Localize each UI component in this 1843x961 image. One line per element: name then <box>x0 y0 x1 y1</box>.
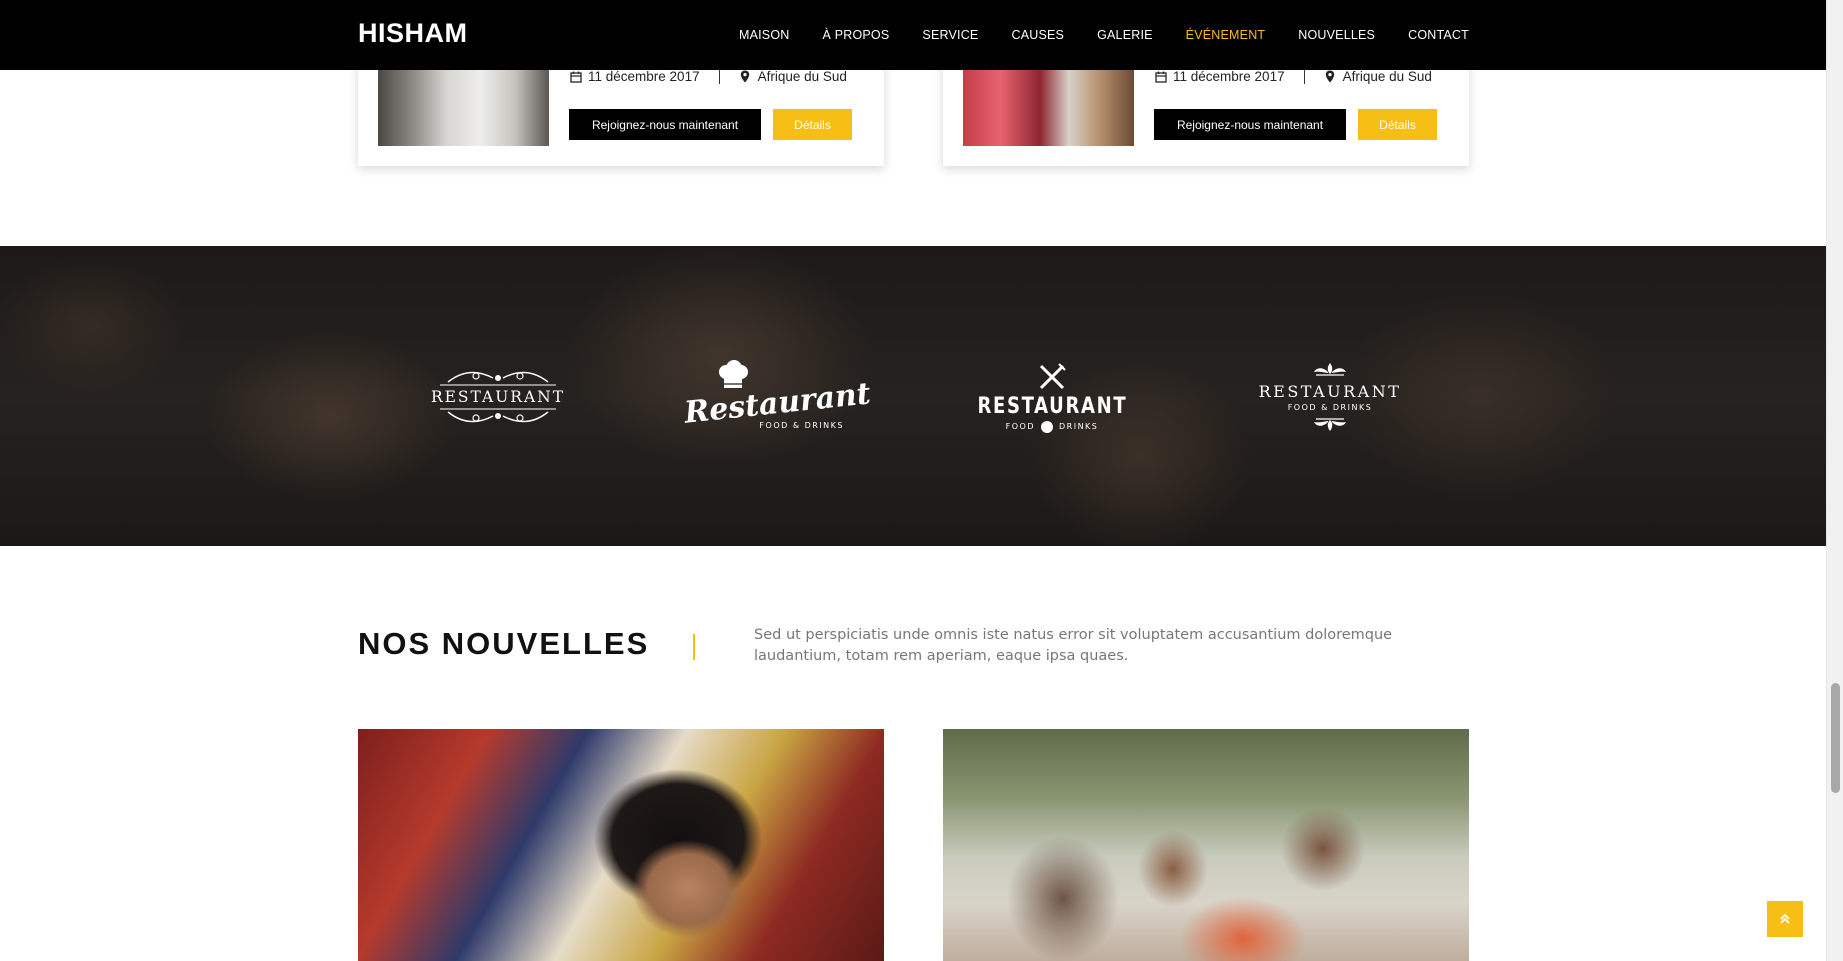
join-now-button[interactable]: Rejoignez-nous maintenant <box>569 109 761 140</box>
nav-item-galerie[interactable]: GALERIE <box>1097 28 1153 42</box>
nav-item-service[interactable]: SERVICE <box>922 28 978 42</box>
ornament-icon <box>440 408 556 423</box>
nav-item-contact[interactable]: CONTACT <box>1408 28 1469 42</box>
event-date: 11 décembre 2017 <box>1173 69 1285 84</box>
section-description: Sed ut perspiciatis unde omnis iste natu… <box>754 627 1393 664</box>
sponsor-tagline-left: FOOD <box>1005 422 1035 431</box>
event-card: 11 décembre 2017 Afrique du Sud Rejoigne… <box>358 60 884 166</box>
fleuron-icon <box>1314 418 1346 431</box>
double-chevron-up-icon <box>1780 913 1790 924</box>
nav-item-a-propos[interactable]: À PROPOS <box>823 28 890 42</box>
map-pin-icon <box>739 70 752 83</box>
event-location: Afrique du Sud <box>1342 69 1432 84</box>
sponsor-logo[interactable]: RESTAURANT FOOD DRINKS <box>977 352 1127 442</box>
sponsor-tagline-row: FOOD DRINKS <box>1005 420 1099 433</box>
event-meta: 11 décembre 2017 Afrique du Sud <box>1154 69 1432 84</box>
calendar-icon <box>1154 70 1167 83</box>
map-pin-icon <box>1324 70 1337 83</box>
news-image[interactable] <box>358 729 884 961</box>
nav-item-maison[interactable]: MAISON <box>739 28 790 42</box>
event-image[interactable] <box>963 60 1134 146</box>
details-button[interactable]: Détails <box>773 109 852 140</box>
sponsor-logo[interactable]: Restaurant FOOD & DRINKS <box>682 352 872 442</box>
join-now-button[interactable]: Rejoignez-nous maintenant <box>1154 109 1346 140</box>
page-scrollbar[interactable] <box>1826 0 1843 961</box>
calendar-icon <box>569 70 582 83</box>
title-divider <box>693 634 695 660</box>
plate-icon <box>1040 420 1053 433</box>
ornament-icon <box>440 371 556 386</box>
back-to-top-button[interactable] <box>1767 901 1803 937</box>
event-card: 11 décembre 2017 Afrique du Sud Rejoigne… <box>943 60 1469 166</box>
sponsor-band: RESTAURANT Restaurant FOOD & DRINKS REST… <box>0 246 1826 546</box>
sponsor-name: RESTAURANT <box>1258 382 1402 401</box>
sponsor-logo[interactable]: RESTAURANT FOOD & DRINKS <box>1255 352 1405 442</box>
sponsor-tagline: FOOD & DRINKS <box>759 421 844 430</box>
fleuron-icon <box>1314 363 1346 376</box>
sponsor-name: RESTAURANT <box>977 393 1127 419</box>
event-date: 11 décembre 2017 <box>588 69 700 84</box>
event-location: Afrique du Sud <box>757 69 847 84</box>
fork-knife-icon <box>1039 362 1066 389</box>
brand-logo[interactable]: HISHAM <box>358 18 468 49</box>
event-meta: 11 décembre 2017 Afrique du Sud <box>569 69 847 84</box>
event-image[interactable] <box>378 60 549 146</box>
sponsor-logo[interactable]: RESTAURANT <box>423 352 573 442</box>
details-button[interactable]: Détails <box>1358 109 1437 140</box>
news-image[interactable] <box>943 729 1469 961</box>
top-navbar: HISHAM MAISON À PROPOS SERVICE CAUSES GA… <box>0 0 1826 70</box>
scrollbar-thumb[interactable] <box>1831 683 1840 793</box>
nav-item-nouvelles[interactable]: NOUVELLES <box>1298 28 1375 42</box>
nav-item-evenement[interactable]: ÉVÉNEMENT <box>1186 28 1266 42</box>
section-title: NOS NOUVELLES <box>358 626 650 661</box>
sponsor-tagline-right: DRINKS <box>1058 422 1099 431</box>
sponsor-tagline: FOOD & DRINKS <box>1287 403 1373 412</box>
meta-divider <box>718 69 720 84</box>
main-nav: MAISON À PROPOS SERVICE CAUSES GALERIE É… <box>739 0 1469 70</box>
sponsor-name: RESTAURANT <box>430 388 566 406</box>
meta-divider <box>1303 69 1305 84</box>
nav-item-causes[interactable]: CAUSES <box>1011 28 1064 42</box>
